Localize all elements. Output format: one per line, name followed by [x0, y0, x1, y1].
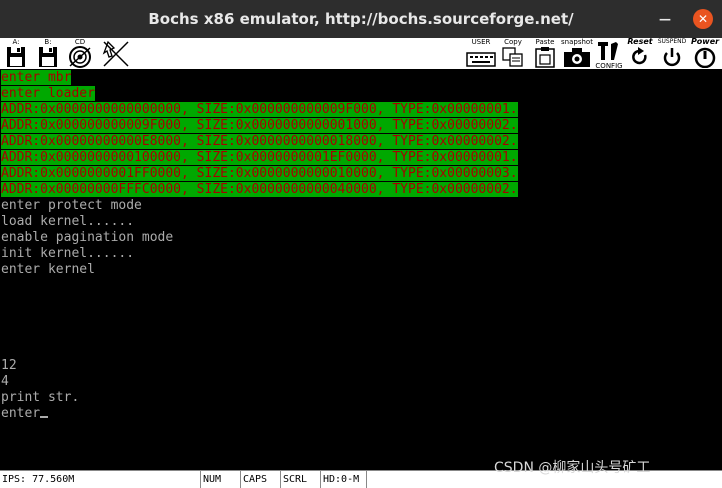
user-button[interactable]: USER	[466, 38, 496, 70]
power-button[interactable]: Power	[690, 38, 720, 70]
paste-label: Paste	[535, 38, 555, 46]
paste-button[interactable]: Paste	[532, 38, 558, 70]
config-label: CONFIG	[595, 62, 623, 70]
floppy-a-button[interactable]: A:	[4, 38, 28, 70]
cdrom-icon	[69, 46, 91, 68]
user-label: USER	[471, 38, 491, 46]
terminal-line: ADDR:0x00000000000E8000, SIZE:0x00000000…	[1, 134, 518, 150]
mouse-disabled-icon	[102, 40, 129, 67]
terminal-line-text: enter kernel	[1, 262, 95, 277]
terminal-line: ADDR:0x000000000009F000, SIZE:0x00000000…	[1, 118, 518, 134]
cdrom-label: CD	[74, 38, 86, 46]
paste-icon	[535, 47, 555, 68]
title-bar: Bochs x86 emulator, http://bochs.sourcef…	[0, 0, 722, 38]
terminal-line: enter kernel	[1, 262, 95, 278]
reset-label: Reset	[627, 37, 653, 46]
suspend-label: SUSPEND	[657, 38, 687, 45]
terminal-line: ADDR:0x0000000001FF0000, SIZE:0x00000000…	[1, 166, 518, 182]
close-button[interactable]: ✕	[693, 9, 713, 29]
copy-icon	[502, 47, 523, 67]
status-divider	[366, 471, 369, 488]
terminal-line-text: ADDR:0x0000000000100000, SIZE:0x00000000…	[1, 150, 518, 165]
floppy-icon	[39, 47, 57, 67]
terminal-line: print str.	[1, 390, 79, 406]
terminal-line-text: ADDR:0x0000000001FF0000, SIZE:0x00000000…	[1, 166, 518, 181]
terminal-line-text: enter mbr	[1, 70, 72, 85]
terminal-line-text: ADDR:0x00000000000E8000, SIZE:0x00000000…	[1, 134, 518, 149]
snapshot-button[interactable]: snapshot	[560, 38, 594, 70]
reset-icon	[632, 47, 647, 65]
keyboard-icon	[466, 52, 496, 67]
terminal-line: ADDR:0x0000000000100000, SIZE:0x00000000…	[1, 150, 518, 166]
terminal-line-text: init kernel......	[1, 246, 135, 261]
scroll-lock-indicator: SCRL	[280, 471, 320, 488]
config-button[interactable]: CONFIG	[594, 38, 624, 70]
ips-indicator: IPS: 77.560M	[2, 474, 75, 485]
terminal-line-text: 12	[1, 358, 17, 373]
terminal-line: 12	[1, 358, 17, 374]
terminal-line: load kernel......	[1, 214, 134, 230]
watermark: CSDN @柳家山头号矿工	[494, 460, 651, 476]
mouse-capture-button[interactable]	[100, 38, 130, 70]
snapshot-label: snapshot	[561, 38, 593, 46]
hard-disk-indicator: HD:0-M	[320, 471, 366, 488]
terminal-line: init kernel......	[1, 246, 134, 262]
terminal-line: enter loader	[1, 86, 95, 102]
power-label: Power	[690, 37, 720, 46]
terminal-line: enter protect mode	[1, 198, 142, 214]
terminal-line-text: ADDR:0x00000000FFFC0000, SIZE:0x00000000…	[1, 182, 518, 197]
suspend-icon	[663, 48, 681, 67]
terminal-line-text: enter protect mode	[1, 198, 142, 213]
floppy-b-label: B:	[44, 38, 52, 46]
terminal-line-text: 4	[1, 374, 9, 389]
terminal-line-text: load kernel......	[1, 214, 135, 229]
terminal-line-text: enter loader	[1, 86, 95, 101]
terminal-line: enable pagination mode	[1, 230, 173, 246]
terminal-line: ADDR:0x0000000000000000, SIZE:0x00000000…	[1, 102, 518, 118]
terminal-line: enter mbr	[1, 70, 72, 86]
terminal-line: enter	[1, 406, 49, 422]
bochs-toolbar: A: B: CD USER Copy Paste snapshot CONFIG…	[0, 38, 722, 70]
cdrom-button[interactable]: CD	[68, 38, 92, 70]
terminal-line-text: ADDR:0x0000000000000000, SIZE:0x00000000…	[1, 102, 518, 117]
terminal-line: ADDR:0x00000000FFFC0000, SIZE:0x00000000…	[1, 182, 518, 198]
terminal-line-text: enter	[1, 406, 41, 421]
terminal-line-text: enable pagination mode	[1, 230, 174, 245]
reset-button[interactable]: Reset	[625, 38, 655, 70]
floppy-b-button[interactable]: B:	[36, 38, 60, 70]
config-icon	[598, 42, 618, 60]
window-title: Bochs x86 emulator, http://bochs.sourcef…	[148, 10, 574, 28]
terminal-line-text: ADDR:0x000000000009F000, SIZE:0x00000000…	[1, 118, 518, 133]
text-cursor	[40, 406, 49, 418]
power-icon	[694, 47, 716, 68]
suspend-button[interactable]: SUSPEND	[655, 38, 689, 70]
num-lock-indicator: NUM	[200, 471, 240, 488]
copy-button[interactable]: Copy	[500, 38, 526, 70]
terminal-line-text: print str.	[1, 390, 80, 405]
vga-screen[interactable]: enter mbr enter loader ADDR:0x000000000000…	[0, 70, 722, 470]
floppy-icon	[7, 47, 25, 67]
caps-lock-indicator: CAPS	[240, 471, 280, 488]
terminal-line: 4	[1, 374, 9, 390]
floppy-a-label: A:	[12, 38, 20, 46]
camera-icon	[564, 48, 590, 67]
copy-label: Copy	[504, 38, 522, 46]
minimize-button[interactable]: —	[656, 10, 674, 28]
